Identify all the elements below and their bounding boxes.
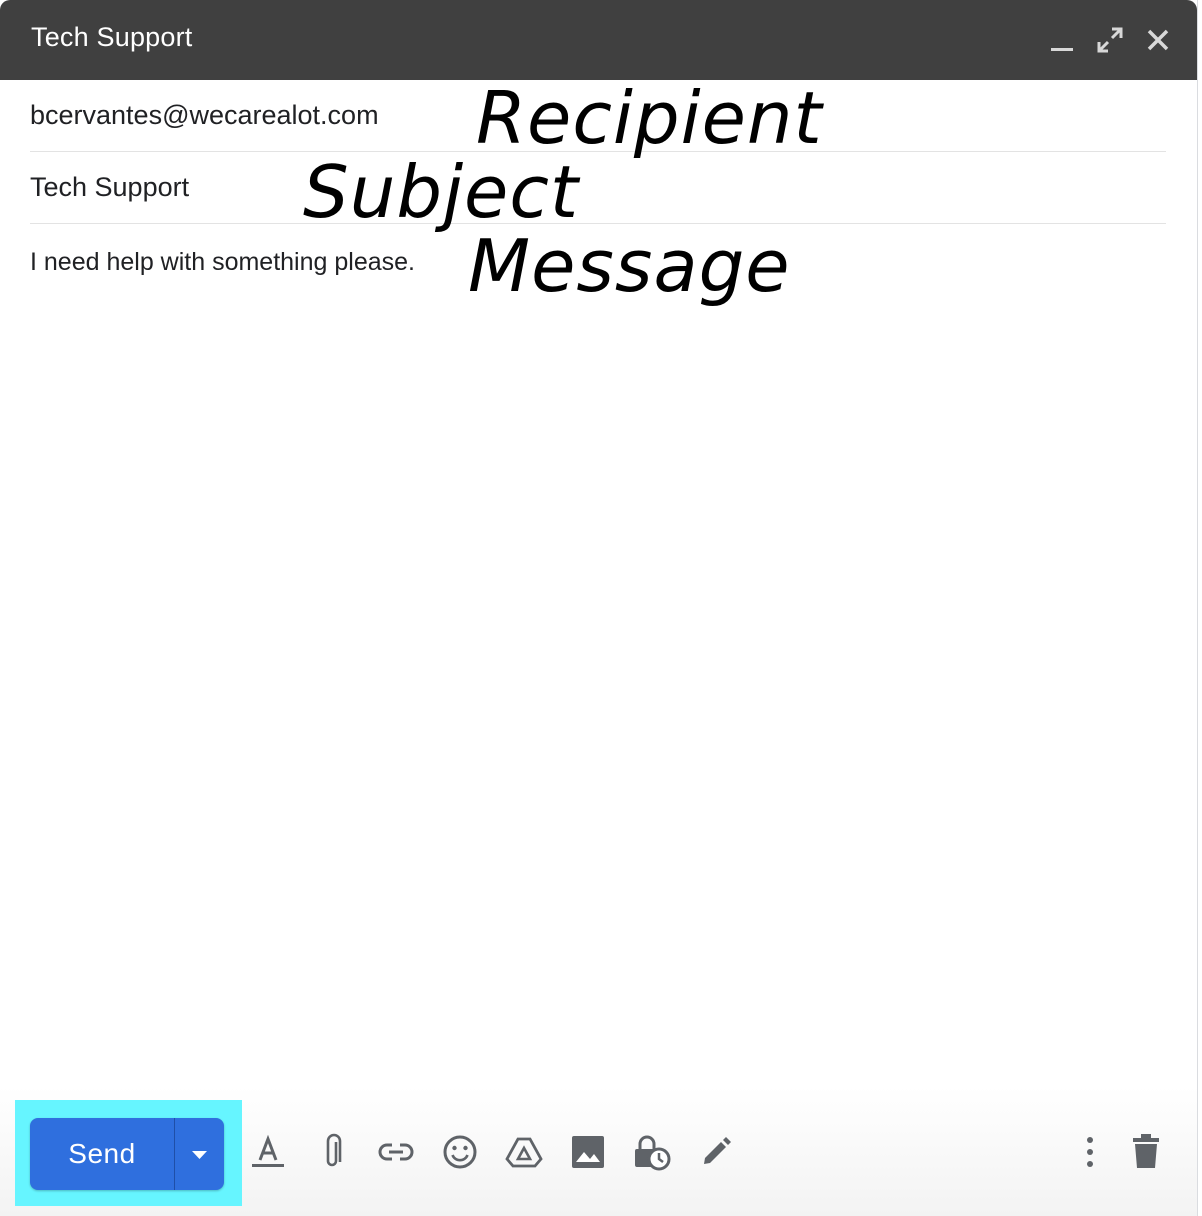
trash-icon <box>1133 1134 1159 1168</box>
expand-icon <box>1097 27 1123 53</box>
recipient-annotation: Recipient <box>476 76 823 160</box>
chevron-down-icon <box>192 1151 207 1159</box>
emoji-button[interactable] <box>440 1132 480 1172</box>
signature-button[interactable] <box>696 1132 736 1172</box>
confidential-icon <box>635 1135 671 1171</box>
compose-title: Tech Support <box>31 22 193 52</box>
more-vert-icon <box>1087 1137 1093 1167</box>
message-annotation: Message <box>468 224 791 308</box>
image-icon <box>572 1136 604 1168</box>
drive-button[interactable] <box>504 1132 544 1172</box>
format-text-icon <box>252 1134 284 1167</box>
send-button[interactable]: Send <box>30 1118 224 1190</box>
emoji-icon <box>443 1135 477 1169</box>
discard-draft-button[interactable] <box>1126 1132 1166 1172</box>
minimize-button[interactable] <box>1046 24 1078 56</box>
attach-button[interactable] <box>312 1132 352 1172</box>
link-button[interactable] <box>376 1132 416 1172</box>
close-button[interactable] <box>1142 24 1174 56</box>
message-text: I need help with something please. <box>30 248 415 276</box>
format-text-button[interactable] <box>248 1132 288 1172</box>
subject-field[interactable]: Tech Support <box>30 152 1166 224</box>
minimize-icon <box>1051 48 1073 51</box>
confidential-mode-button[interactable] <box>632 1132 672 1172</box>
recipient-value: bcervantes@wecarealot.com <box>30 100 379 130</box>
drive-icon <box>505 1137 543 1168</box>
compose-window: Tech Support bcervantes@wecarealot.com T… <box>0 0 1198 1216</box>
expand-button[interactable] <box>1094 24 1126 56</box>
link-icon <box>378 1143 414 1161</box>
close-icon <box>1147 29 1169 51</box>
image-button[interactable] <box>568 1132 608 1172</box>
message-body[interactable] <box>30 224 1166 1074</box>
more-options-button[interactable] <box>1070 1132 1110 1172</box>
attach-icon <box>326 1133 342 1167</box>
compose-titlebar[interactable]: Tech Support <box>0 0 1197 80</box>
send-label: Send <box>68 1138 136 1169</box>
send-options-button[interactable] <box>175 1118 224 1190</box>
signature-icon <box>704 1137 731 1164</box>
subject-value: Tech Support <box>30 172 190 202</box>
subject-annotation: Subject <box>303 150 580 234</box>
